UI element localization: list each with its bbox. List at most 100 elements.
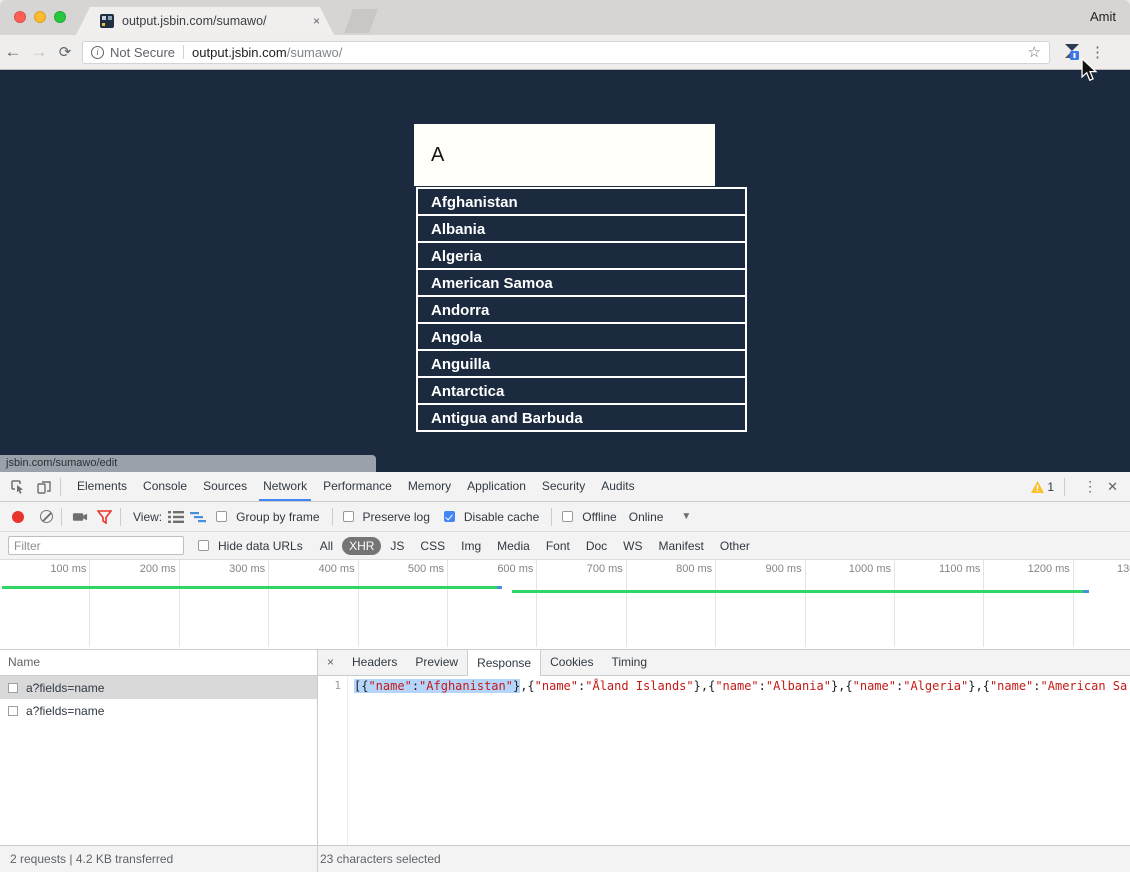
screenshot-camera-icon[interactable] bbox=[72, 509, 88, 525]
network-overview[interactable]: 100 ms200 ms300 ms400 ms500 ms600 ms700 … bbox=[0, 560, 1130, 650]
response-json-line[interactable]: [{"name":"Afghanistan"},{"name":"Åland I… bbox=[348, 676, 1127, 845]
line-number: 1 bbox=[318, 676, 348, 845]
country-option[interactable]: Angola bbox=[416, 322, 747, 351]
timeline-tick-label: 1000 ms bbox=[821, 563, 891, 575]
filter-pill-ws[interactable]: WS bbox=[616, 537, 649, 555]
warning-badge[interactable]: 1 bbox=[1031, 480, 1054, 494]
disable-cache-checkbox[interactable] bbox=[444, 511, 455, 522]
security-label: Not Secure bbox=[110, 45, 175, 60]
json-punctuation-token: },{ bbox=[831, 679, 853, 693]
detail-tab-response[interactable]: Response bbox=[467, 649, 541, 676]
disable-cache-label: Disable cache bbox=[464, 510, 539, 524]
devtools-tab-memory[interactable]: Memory bbox=[400, 472, 459, 501]
devtools-tab-network[interactable]: Network bbox=[255, 472, 315, 501]
new-tab-button[interactable] bbox=[344, 9, 378, 33]
network-overview-bar[interactable] bbox=[2, 586, 497, 589]
detail-close-icon[interactable]: × bbox=[327, 655, 334, 669]
country-option[interactable]: Antigua and Barbuda bbox=[416, 403, 747, 432]
offline-checkbox[interactable] bbox=[562, 511, 573, 522]
devtools-tab-elements[interactable]: Elements bbox=[69, 472, 135, 501]
waterfall-view-icon[interactable] bbox=[190, 509, 206, 525]
view-label: View: bbox=[133, 510, 162, 524]
detail-tab-cookies[interactable]: Cookies bbox=[541, 650, 602, 675]
record-icon[interactable] bbox=[12, 511, 24, 523]
country-option[interactable]: Albania bbox=[416, 214, 747, 243]
devtools-panel: ElementsConsoleSourcesNetworkPerformance… bbox=[0, 472, 1130, 872]
detail-tab-preview[interactable]: Preview bbox=[406, 650, 467, 675]
filter-funnel-icon[interactable] bbox=[96, 509, 112, 525]
inspect-element-icon[interactable] bbox=[10, 479, 26, 495]
url-path: /sumawo/ bbox=[287, 45, 343, 60]
back-icon[interactable]: ← bbox=[0, 42, 26, 62]
filter-pill-doc[interactable]: Doc bbox=[579, 537, 614, 555]
request-row[interactable]: a?fields=name bbox=[0, 676, 317, 699]
country-option[interactable]: Andorra bbox=[416, 295, 747, 324]
preserve-log-checkbox[interactable] bbox=[343, 511, 354, 522]
profile-name[interactable]: Amit bbox=[1090, 9, 1116, 24]
bookmark-star-icon[interactable]: ☆ bbox=[1028, 43, 1041, 61]
status-bubble: jsbin.com/sumawo/edit bbox=[0, 455, 376, 472]
detail-tab-headers[interactable]: Headers bbox=[343, 650, 406, 675]
devtools-menu-kebab-icon[interactable]: ⋮ bbox=[1083, 478, 1097, 495]
fullscreen-window-button[interactable] bbox=[54, 11, 66, 23]
request-row[interactable]: a?fields=name bbox=[0, 699, 317, 722]
devtools-close-icon[interactable]: ✕ bbox=[1107, 479, 1118, 495]
detail-tab-strip: × HeadersPreviewResponseCookiesTiming bbox=[318, 650, 1130, 676]
timeline-tick-label: 900 ms bbox=[732, 563, 802, 575]
detail-tabs: HeadersPreviewResponseCookiesTiming bbox=[343, 649, 656, 675]
request-detail-pane: × HeadersPreviewResponseCookiesTiming 1 … bbox=[318, 650, 1130, 845]
detail-tab-timing[interactable]: Timing bbox=[602, 650, 656, 675]
browser-tab[interactable]: output.jsbin.com/sumawo/ × bbox=[76, 7, 334, 35]
country-option[interactable]: Anguilla bbox=[416, 349, 747, 378]
network-overview-bar[interactable] bbox=[512, 590, 1083, 593]
autocomplete-input[interactable]: A bbox=[414, 124, 715, 186]
network-overview-bar-tip bbox=[1083, 590, 1089, 593]
hide-data-urls-checkbox[interactable] bbox=[198, 540, 209, 551]
country-option[interactable]: Afghanistan bbox=[416, 187, 747, 216]
devtools-tab-sources[interactable]: Sources bbox=[195, 472, 255, 501]
devtools-tab-application[interactable]: Application bbox=[459, 472, 534, 501]
json-string-token: "Åland Islands" bbox=[585, 679, 693, 693]
minimize-window-button[interactable] bbox=[34, 11, 46, 23]
filter-input[interactable] bbox=[8, 536, 184, 555]
timeline-tick-label: 600 ms bbox=[463, 563, 533, 575]
timeline-tick-label: 1100 ms bbox=[910, 563, 980, 575]
clear-icon[interactable] bbox=[40, 510, 53, 523]
filter-pill-other[interactable]: Other bbox=[713, 537, 757, 555]
devtools-tab-console[interactable]: Console bbox=[135, 472, 195, 501]
info-icon[interactable]: i bbox=[91, 46, 104, 59]
group-by-frame-checkbox[interactable] bbox=[216, 511, 227, 522]
throttling-caret-icon[interactable]: ▼ bbox=[681, 511, 691, 522]
filter-pill-img[interactable]: Img bbox=[454, 537, 488, 555]
jsbin-favicon bbox=[100, 14, 114, 28]
devtools-tab-performance[interactable]: Performance bbox=[315, 472, 400, 501]
json-string-token: "name" bbox=[853, 679, 896, 693]
country-option[interactable]: Algeria bbox=[416, 241, 747, 270]
extension-icon[interactable] bbox=[1062, 42, 1082, 62]
filter-pill-font[interactable]: Font bbox=[539, 537, 577, 555]
pane-divider[interactable] bbox=[317, 650, 318, 872]
filter-pill-manifest[interactable]: Manifest bbox=[652, 537, 711, 555]
offline-label: Offline bbox=[582, 510, 616, 524]
close-window-button[interactable] bbox=[14, 11, 26, 23]
timeline-tick-label: 400 ms bbox=[285, 563, 355, 575]
requests-name-header[interactable]: Name bbox=[0, 650, 317, 676]
devtools-status-bar: 2 requests | 4.2 KB transferred 23 chara… bbox=[0, 845, 1130, 872]
filter-pill-media[interactable]: Media bbox=[490, 537, 537, 555]
filter-pill-all[interactable]: All bbox=[313, 537, 340, 555]
filter-pill-css[interactable]: CSS bbox=[413, 537, 452, 555]
address-bar[interactable]: i Not Secure output.jsbin.com /sumawo/ ☆ bbox=[82, 41, 1050, 64]
devtools-tab-audits[interactable]: Audits bbox=[593, 472, 642, 501]
country-option[interactable]: American Samoa bbox=[416, 268, 747, 297]
reload-icon[interactable]: ⟳ bbox=[52, 43, 78, 61]
timeline-gridline bbox=[894, 560, 895, 647]
device-toolbar-icon[interactable] bbox=[36, 479, 52, 495]
network-toolbar: View: Group by frame Preserve log Disabl… bbox=[0, 502, 1130, 532]
filter-pill-xhr[interactable]: XHR bbox=[342, 537, 381, 555]
throttling-select[interactable]: Online bbox=[629, 510, 664, 524]
devtools-tab-security[interactable]: Security bbox=[534, 472, 593, 501]
filter-pill-js[interactable]: JS bbox=[383, 537, 411, 555]
country-option[interactable]: Antarctica bbox=[416, 376, 747, 405]
request-rows-view-icon[interactable] bbox=[168, 509, 184, 525]
tab-close-icon[interactable]: × bbox=[313, 14, 320, 28]
